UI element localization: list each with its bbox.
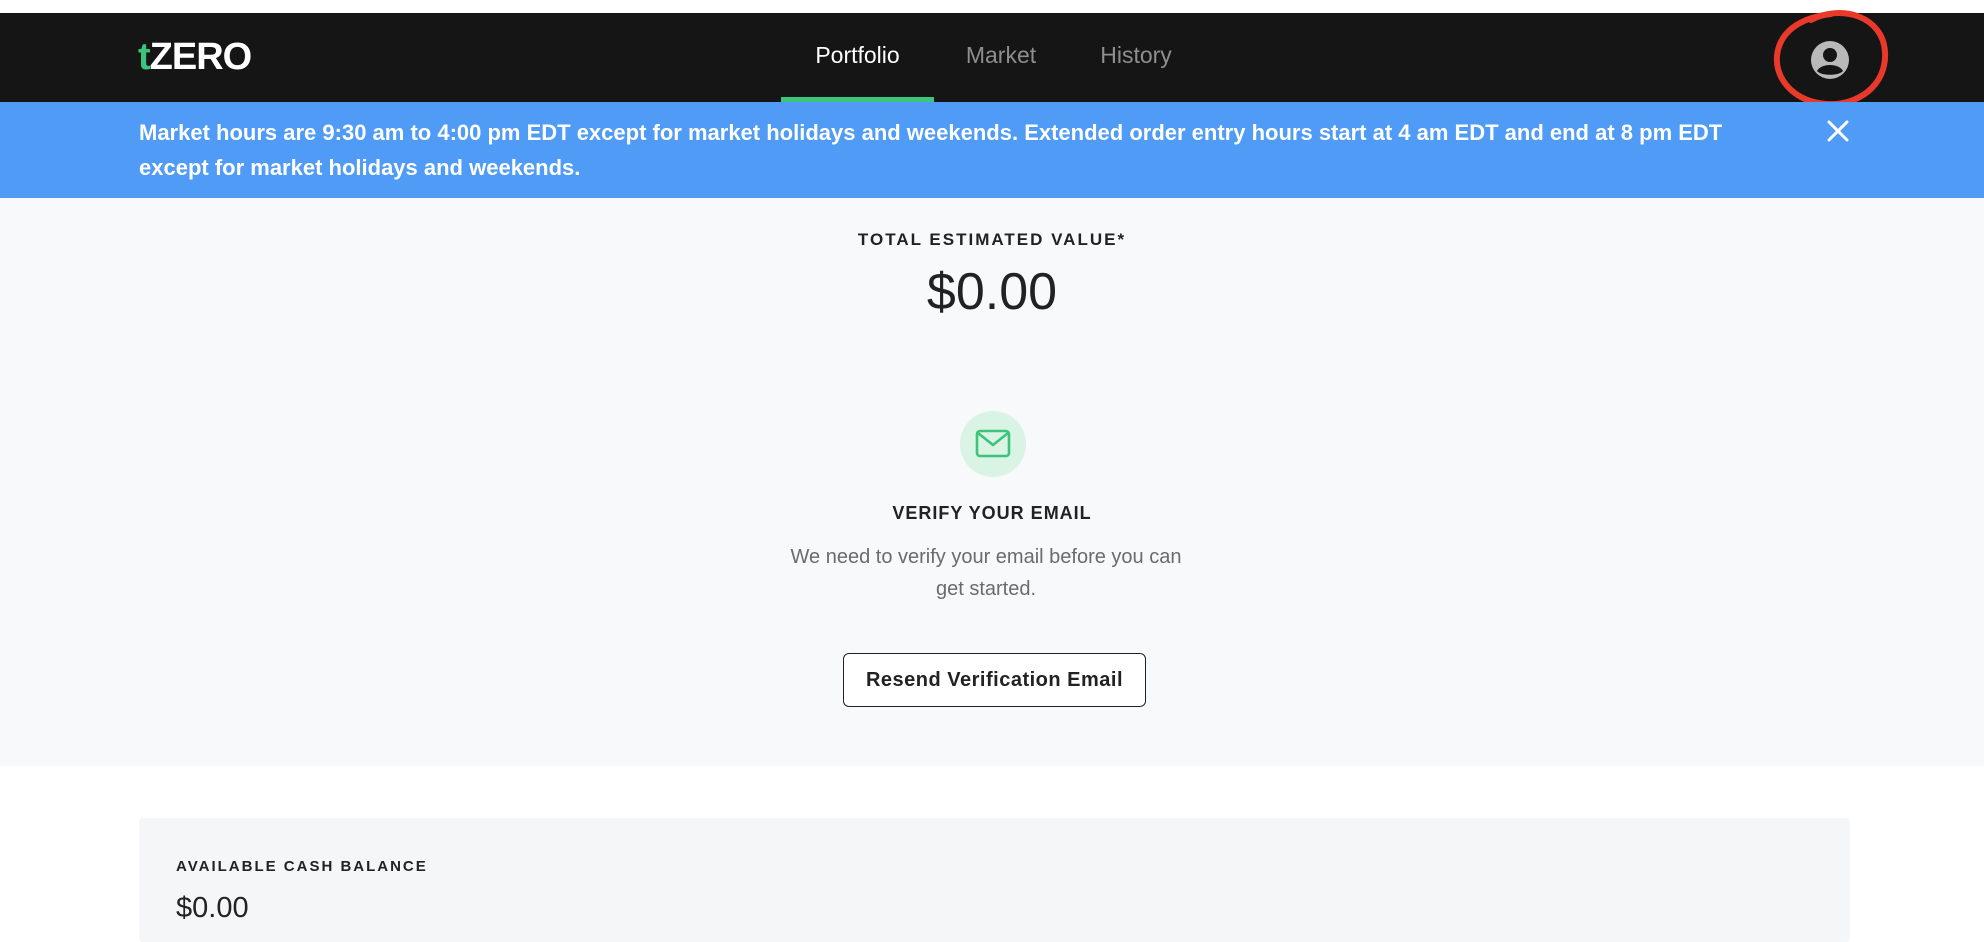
- verify-email-title: VERIFY YOUR EMAIL: [892, 503, 1092, 523]
- tab-portfolio[interactable]: Portfolio: [781, 13, 934, 102]
- mail-icon: [975, 429, 1011, 458]
- available-cash-value: $0.00: [176, 892, 249, 924]
- tab-history-label: History: [1100, 42, 1172, 68]
- market-hours-banner: Market hours are 9:30 am to 4:00 pm EDT …: [0, 102, 1984, 198]
- tab-market[interactable]: Market: [950, 13, 1052, 102]
- close-icon[interactable]: [1822, 115, 1854, 147]
- tab-portfolio-label: Portfolio: [815, 42, 900, 68]
- profile-area: [1771, 8, 1889, 111]
- tab-history[interactable]: History: [1084, 13, 1188, 102]
- total-estimated-value: $0.00: [926, 263, 1058, 321]
- resend-verification-email-button[interactable]: Resend Verification Email: [843, 653, 1146, 707]
- mail-icon-badge: [960, 411, 1026, 477]
- logo-main: ZERO: [149, 36, 253, 78]
- account-circle-icon[interactable]: [1808, 38, 1852, 82]
- available-cash-card: AVAILABLE CASH BALANCE $0.00: [139, 818, 1850, 942]
- tzero-logo[interactable]: tZERO: [138, 36, 253, 78]
- banner-message: Market hours are 9:30 am to 4:00 pm EDT …: [139, 120, 1723, 180]
- tab-market-label: Market: [965, 42, 1037, 68]
- logo-prefix: t: [138, 36, 151, 78]
- available-cash-label: AVAILABLE CASH BALANCE: [176, 858, 428, 875]
- top-navbar: tZERO Portfolio Market History: [0, 13, 1984, 102]
- total-estimated-value-label: TOTAL ESTIMATED VALUE*: [857, 230, 1127, 249]
- verify-email-message: We need to verify your email before you …: [790, 546, 1182, 600]
- top-strip: [0, 0, 1984, 13]
